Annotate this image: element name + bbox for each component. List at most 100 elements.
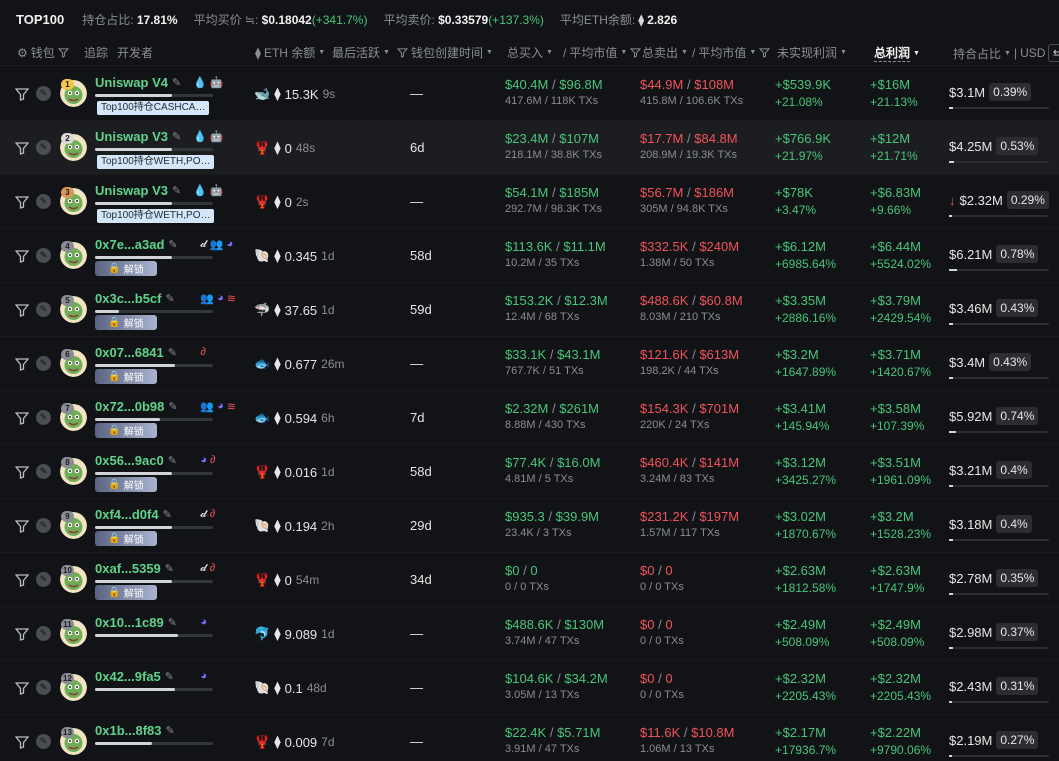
table-row[interactable]: ✎ 6 0x07...6841 ✎ ∂ 🔒 解锁 🐟 ⧫ 0.677 26m — $33.1K / $4… [0,337,1059,391]
table-row[interactable]: ✎ 10 0xaf...5359 ✎ 𝓭 ∂ 🔒 解锁 🦞 ⧫ 0 54m 34d $0 / 00 / 0… [0,553,1059,607]
table-row[interactable]: ✎ 2 Uniswap V3 ✎ 💧 🤖 Top100持仓WETH,PO… 🦞 ⧫ 0 48s 6d $… [0,121,1059,175]
wallet-name[interactable]: 0x3c...b5cf ✎ [95,291,175,306]
filter-icon[interactable] [759,47,771,58]
filter-icon[interactable] [57,47,69,58]
holding-tag[interactable]: Top100持仓WETH,PO… [97,155,215,169]
wallet-name[interactable]: 0x72...0b98 ✎ [95,399,178,414]
table-row[interactable]: ✎ 11 0x10...1c89 ✎ ◕ 🐬 ⧫ 9.089 1d — $488.6K / $130… [0,607,1059,661]
filter-icon[interactable] [15,519,29,533]
edit-circle-icon[interactable]: ✎ [36,410,51,425]
edit-circle-icon[interactable]: ✎ [36,302,51,317]
table-row[interactable]: ✎ 12 0x42...9fa5 ✎ ◕ 🐚 ⧫ 0.1 48d — $104.6K / $34.2… [0,661,1059,715]
header-unrealized[interactable]: 未实现利润 ▼ [777,44,847,61]
table-row[interactable]: ✎ 1 Uniswap V4 ✎ 💧 🤖 Top100持仓CASHCA… 🐋 ⧫ 15.3K 9s —… [0,67,1059,121]
header-avg-mcap-sell[interactable]: / 平均市值 ▼ [692,44,771,61]
total-buy: $40.4M / $96.8M 417.6M / 118K TXs [505,77,603,107]
edit-circle-icon[interactable]: ✎ [36,626,51,641]
currency-toggle-icon[interactable]: ⇆ [1048,44,1059,62]
edit-icon[interactable]: ✎ [166,292,175,305]
filter-icon[interactable] [630,47,642,58]
header-total-sell[interactable]: 总卖出 ▼ [642,44,688,61]
edit-icon[interactable]: ✎ [172,184,181,197]
table-row[interactable]: ✎ 5 0x3c...b5cf ✎ 👥 ◕ ≋ 🔒 解锁 🦈 ⧫ 37.65 1d 59d $153.2K … [0,283,1059,337]
unlock-button[interactable]: 🔒 解锁 [95,423,157,438]
edit-circle-icon[interactable]: ✎ [36,86,51,101]
edit-icon[interactable]: ✎ [163,508,172,521]
wallet-name[interactable]: 0x07...6841 ✎ [95,345,177,360]
header-total-buy[interactable]: 总买入 ▼ [507,44,553,61]
edit-icon[interactable]: ✎ [168,400,177,413]
filter-icon[interactable] [15,303,29,317]
wallet-tags: ◕ [200,670,207,682]
edit-circle-icon[interactable]: ✎ [36,572,51,587]
filter-icon[interactable] [15,735,29,749]
table-row[interactable]: ✎ 7 0x72...0b98 ✎ 👥 ◕ ≋ 🔒 解锁 🐟 ⧫ 0.594 6h 7d $2.32M / … [0,391,1059,445]
table-row[interactable]: ✎ 13 0x1b...8f83 ✎ 🦞 ⧫ 0.009 7d — $22.4K / $5.71M… [0,715,1059,761]
filter-icon[interactable] [397,47,408,58]
unlock-button[interactable]: 🔒 解锁 [95,261,157,276]
wallet-name[interactable]: 0x7e...a3ad ✎ [95,237,178,252]
edit-circle-icon[interactable]: ✎ [36,464,51,479]
wallet-name[interactable]: 0x1b...8f83 ✎ [95,723,175,738]
unlock-button[interactable]: 🔒 解锁 [95,477,157,492]
wallet-name[interactable]: 0x56...9ac0 ✎ [95,453,177,468]
wallet-name[interactable]: 0x42...9fa5 ✎ [95,669,174,684]
table-row[interactable]: ✎ 4 0x7e...a3ad ✎ 𝓭 👥 ◕ 🔒 解锁 🐚 ⧫ 0.345 1d 58d $113.6K … [0,229,1059,283]
edit-circle-icon[interactable]: ✎ [36,140,51,155]
unlock-button[interactable]: 🔒 解锁 [95,531,157,546]
edit-icon[interactable]: ✎ [172,130,181,143]
holding-tag[interactable]: Top100持仓WETH,PO… [97,209,215,223]
unlock-button[interactable]: 🔒 解锁 [95,585,157,600]
header-wallet-created[interactable]: 钱包创建时间 ▼ [397,44,493,61]
progress-bar [95,202,213,205]
holding-bar [949,701,1049,703]
edit-icon[interactable]: ✎ [165,562,174,575]
edit-circle-icon[interactable]: ✎ [36,680,51,695]
unlock-button[interactable]: 🔒 解锁 [95,369,157,384]
edit-icon[interactable]: ✎ [168,616,177,629]
table-row[interactable]: ✎ 9 0xf4...d0f4 ✎ 𝓭 ∂ 🔒 解锁 🐚 ⧫ 0.194 2h 29d $935.3 / … [0,499,1059,553]
header-track[interactable]: 追踪 [84,44,108,61]
edit-icon[interactable]: ✎ [166,724,175,737]
sort-icon: ▼ [620,49,628,56]
filter-icon[interactable] [15,249,29,263]
wallet-name[interactable]: 0xaf...5359 ✎ [95,561,174,576]
edit-circle-icon[interactable]: ✎ [36,734,51,749]
table-row[interactable]: ✎ 3 Uniswap V3 ✎ 💧 🤖 Top100持仓WETH,PO… 🦞 ⧫ 0 2s — $54… [0,175,1059,229]
filter-icon[interactable] [15,465,29,479]
wallet-name[interactable]: Uniswap V3 ✎ [95,183,181,198]
total-buy: $153.2K / $12.3M 12.4M / 68 TXs [505,293,608,323]
edit-circle-icon[interactable]: ✎ [36,356,51,371]
filter-icon[interactable] [15,681,29,695]
edit-icon[interactable]: ✎ [168,238,177,251]
header-wallet[interactable]: ⚙ 钱包 [17,44,69,61]
filter-icon[interactable] [15,411,29,425]
header-eth-balance[interactable]: ⧫ ETH 余额 ▼ [255,44,325,61]
header-developer[interactable]: 开发者 [117,44,153,61]
filter-icon[interactable] [15,87,29,101]
edit-icon[interactable]: ✎ [172,76,181,89]
filter-icon[interactable] [15,627,29,641]
edit-circle-icon[interactable]: ✎ [36,518,51,533]
header-avg-mcap-buy[interactable]: / 平均市值 ▼ [563,44,642,61]
wallet-name[interactable]: Uniswap V3 ✎ [95,129,181,144]
wallet-name[interactable]: Uniswap V4 ✎ [95,75,181,90]
edit-icon[interactable]: ✎ [168,454,177,467]
header-holding[interactable]: 持合占比 ▼ | USD ⇆ [953,44,1059,62]
edit-circle-icon[interactable]: ✎ [36,194,51,209]
header-total-profit[interactable]: 总利润 ▼ [874,44,920,62]
filter-icon[interactable] [15,573,29,587]
wallet-name[interactable]: 0x10...1c89 ✎ [95,615,177,630]
edit-icon[interactable]: ✎ [165,670,174,683]
header-last-active[interactable]: 最后活跃 ▼ [332,44,390,61]
table-row[interactable]: ✎ 8 0x56...9ac0 ✎ ◕ ∂ 🔒 解锁 🦞 ⧫ 0.016 1d 58d $77.4K / … [0,445,1059,499]
unlock-button[interactable]: 🔒 解锁 [95,315,157,330]
filter-icon[interactable] [15,195,29,209]
edit-icon[interactable]: ✎ [168,346,177,359]
wallet-name[interactable]: 0xf4...d0f4 ✎ [95,507,172,522]
edit-circle-icon[interactable]: ✎ [36,248,51,263]
filter-icon[interactable] [15,357,29,371]
holding-tag[interactable]: Top100持仓CASHCA… [97,101,210,115]
settings-icon[interactable]: ⚙ [17,46,28,60]
filter-icon[interactable] [15,141,29,155]
